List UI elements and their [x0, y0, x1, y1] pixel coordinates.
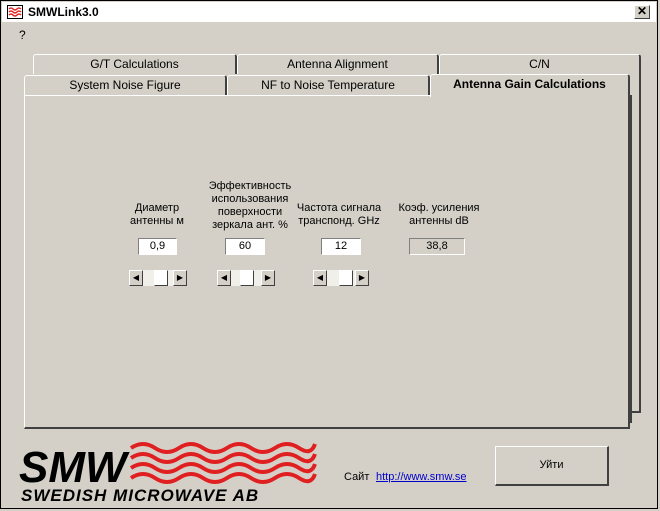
logo-text: SMW — [19, 443, 130, 492]
title-bar: SMWLink3.0 ✕ — [2, 2, 656, 22]
app-window: SMWLink3.0 ✕ ? G/T Calculations Antenna … — [0, 0, 658, 509]
slider-thumb[interactable] — [240, 270, 254, 286]
antenna-gain-panel: Диаметр антенны м 0,9 ◀ ▶ Эффективность … — [24, 95, 630, 429]
tab-cn[interactable]: C/N — [439, 54, 641, 74]
scroll-right-arrow-icon[interactable]: ▶ — [261, 270, 275, 286]
scroll-left-arrow-icon[interactable]: ◀ — [313, 270, 327, 286]
tab-label: Antenna Alignment — [287, 57, 388, 71]
scroll-left-arrow-icon[interactable]: ◀ — [129, 270, 143, 286]
tab-nf-to-noise-temperature[interactable]: NF to Noise Temperature — [227, 75, 430, 95]
site-link[interactable]: http://www.smw.se — [376, 471, 466, 483]
smw-logo: SMW SWEDISH MICROWAVE AB — [19, 438, 319, 506]
tab-antenna-alignment[interactable]: Antenna Alignment — [237, 54, 439, 74]
slider-thumb[interactable] — [154, 270, 168, 286]
close-icon: ✕ — [636, 4, 648, 18]
logo-subtitle: SWEDISH MICROWAVE AB — [21, 486, 259, 505]
efficiency-slider[interactable]: ◀ ▶ — [217, 270, 275, 286]
smw-wave-icon — [7, 5, 23, 19]
gain-label: Коэф. усиления антенны dB — [398, 202, 480, 227]
tab-label: Antenna Gain Calculations — [453, 77, 606, 91]
efficiency-field[interactable]: 60 — [225, 238, 265, 255]
tab-antenna-gain-calculations[interactable]: Antenna Gain Calculations — [430, 74, 630, 97]
window-title: SMWLink3.0 — [28, 5, 99, 19]
diameter-slider[interactable]: ◀ ▶ — [129, 270, 187, 286]
frequency-label: Частота сигнала транспонд. GHz — [296, 202, 382, 227]
diameter-field[interactable]: 0,9 — [138, 238, 177, 255]
menu-help[interactable]: ? — [19, 28, 26, 42]
scroll-right-arrow-icon[interactable]: ▶ — [173, 270, 187, 286]
frequency-slider[interactable]: ◀ ▶ — [313, 270, 369, 286]
exit-button-label: Уйти — [539, 459, 564, 471]
efficiency-label: Эффективность использования поверхности … — [208, 180, 292, 231]
exit-button[interactable]: Уйти — [495, 446, 609, 486]
scroll-right-arrow-icon[interactable]: ▶ — [355, 270, 369, 286]
tab-label: NF to Noise Temperature — [261, 78, 395, 92]
tab-label: System Noise Figure — [69, 78, 181, 92]
scroll-left-arrow-icon[interactable]: ◀ — [217, 270, 231, 286]
tab-label: C/N — [529, 57, 550, 71]
tab-label: G/T Calculations — [90, 57, 179, 71]
site-label: Сайт — [344, 471, 370, 483]
tab-gt-calculations[interactable]: G/T Calculations — [33, 54, 237, 74]
diameter-label: Диаметр антенны м — [130, 202, 184, 227]
slider-thumb[interactable] — [339, 270, 353, 286]
tab-system-noise-figure[interactable]: System Noise Figure — [24, 75, 227, 95]
gain-value: 38,8 — [409, 238, 465, 255]
frequency-field[interactable]: 12 — [321, 238, 361, 255]
close-button[interactable]: ✕ — [634, 5, 650, 19]
